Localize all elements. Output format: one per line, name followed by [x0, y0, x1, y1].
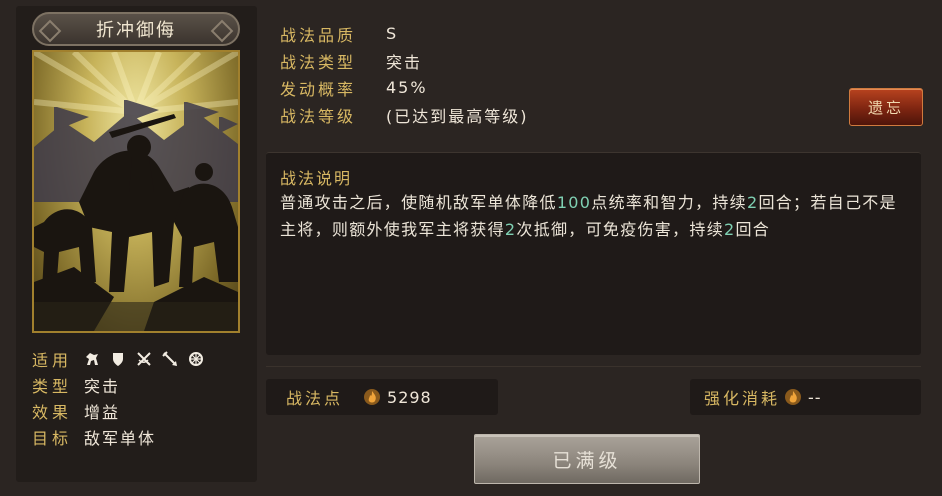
level-row: 战法等级 (已达到最高等级)	[280, 101, 529, 128]
desc-number: 2	[724, 220, 736, 239]
skill-info: 战法品质 S 战法类型 突击 发动概率 45% 战法等级 (已达到最高等级)	[280, 20, 529, 128]
forget-button[interactable]: 遗忘	[849, 88, 923, 126]
skill-attributes: 适用 类型 突击 效果 增益 目标 敌军单体	[32, 346, 204, 450]
desc-number: 2	[504, 220, 517, 239]
desc-part: 次抵御，可免疫伤害，持续	[516, 220, 724, 239]
desc-number: 2	[746, 193, 759, 212]
apply-unit-icons	[84, 351, 204, 367]
skill-type-value: 突击	[386, 52, 423, 72]
type-row: 类型 突击	[32, 372, 204, 398]
skill-name-plate: 折冲御侮	[32, 12, 240, 46]
skill-type-label: 战法类型	[280, 52, 357, 72]
target-value: 敌军单体	[84, 429, 157, 448]
description-text: 普通攻击之后，使随机敌军单体降低100点统率和智力，持续2回合；若自己不是主将，…	[280, 189, 905, 243]
enhance-cost-label: 强化消耗	[704, 389, 781, 408]
enhance-cost-value: --	[808, 387, 822, 407]
type-label: 类型	[32, 377, 73, 396]
divider	[266, 366, 921, 367]
effect-value: 增益	[84, 403, 121, 422]
quality-row: 战法品质 S	[280, 20, 529, 47]
skill-card-panel: 折冲御侮 适用 类型 突击 效果 增益 目标 敌军单体	[16, 6, 257, 482]
skill-points-label: 战法点	[286, 389, 344, 408]
rate-row: 发动概率 45%	[280, 74, 529, 101]
effect-row: 效果 增益	[32, 398, 204, 424]
flame-icon	[363, 388, 381, 406]
skill-points-value: 5298	[387, 387, 432, 407]
rate-label: 发动概率	[280, 79, 357, 99]
description-panel: 战法说明 普通攻击之后，使随机敌军单体降低100点统率和智力，持续2回合；若自己…	[266, 152, 921, 355]
shield-icon	[110, 351, 126, 367]
bow-icon	[136, 351, 152, 367]
enhance-cost-box: 强化消耗 --	[690, 379, 921, 415]
level-label: 战法等级	[280, 106, 357, 126]
max-level-button[interactable]: 已满级	[474, 434, 700, 484]
skill-points-box: 战法点 5298	[266, 379, 498, 415]
desc-number: 100	[556, 193, 592, 212]
skill-name: 折冲御侮	[96, 20, 176, 41]
cavalry-icon	[84, 351, 100, 367]
apply-row: 适用	[32, 346, 204, 372]
desc-part: 普通攻击之后，使随机敌军单体降低	[280, 193, 557, 212]
quality-value: S	[386, 24, 399, 43]
spear-icon	[162, 351, 178, 367]
wheel-icon	[188, 351, 204, 367]
desc-part: 点统率和智力，持续	[591, 193, 747, 212]
quality-label: 战法品质	[280, 25, 357, 45]
effect-label: 效果	[32, 403, 73, 422]
rate-value: 45%	[386, 78, 428, 97]
flame-icon	[784, 388, 802, 406]
type-value: 突击	[84, 377, 121, 396]
desc-part: 回合	[735, 220, 771, 239]
target-label: 目标	[32, 429, 73, 448]
description-title: 战法说明	[280, 169, 353, 188]
apply-label: 适用	[32, 351, 73, 370]
target-row: 目标 敌军单体	[32, 424, 204, 450]
skill-type-row: 战法类型 突击	[280, 47, 529, 74]
skill-illustration	[32, 50, 240, 333]
level-value: (已达到最高等级)	[386, 106, 529, 126]
